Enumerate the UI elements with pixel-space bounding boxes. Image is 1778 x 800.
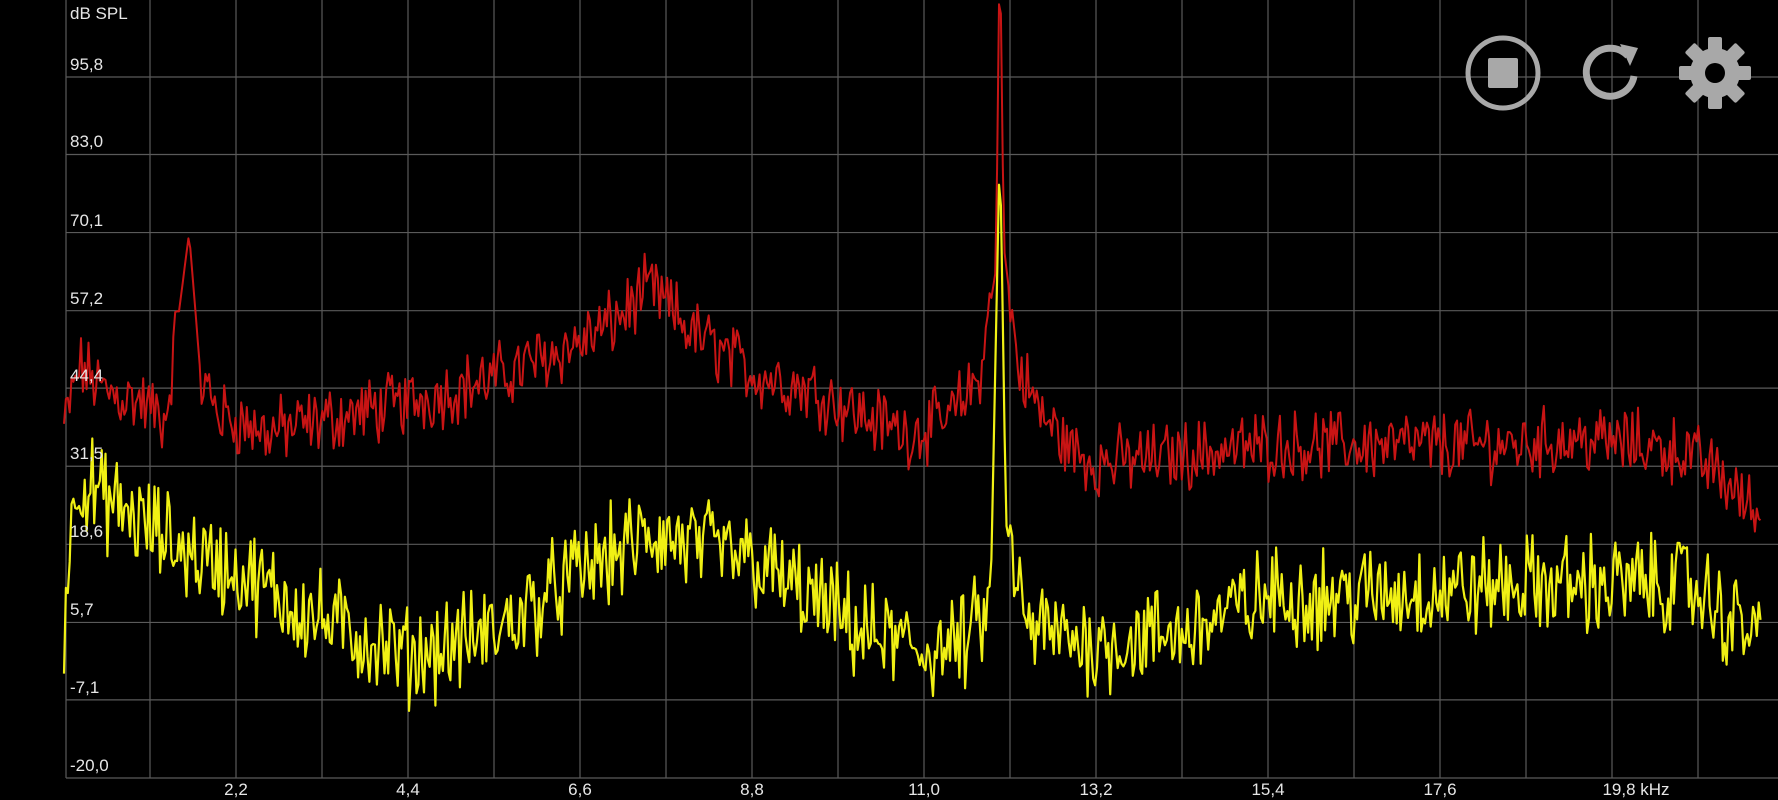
y-tick-label: 5,7 (70, 600, 94, 620)
x-tick-label: 8,8 (740, 780, 764, 799)
x-tick-label: 6,6 (568, 780, 592, 799)
refresh-icon (1582, 44, 1638, 100)
x-tick-label: 11,0 (908, 780, 940, 799)
y-tick-label: 57,2 (70, 288, 104, 308)
stop-circle-icon (1465, 35, 1541, 111)
x-tick-label: 17,6 (1423, 780, 1457, 799)
x-tick-label: 2,2 (224, 780, 248, 799)
reset-button[interactable] (1570, 32, 1652, 114)
y-tick-label: 31,5 (70, 444, 104, 464)
x-tick-label: 4,4 (396, 780, 420, 799)
settings-button[interactable] (1674, 32, 1756, 114)
y-axis-unit-label: dB SPL (70, 4, 128, 23)
y-tick-label: 95,8 (70, 55, 104, 74)
x-tick-label: 15,4 (1251, 780, 1285, 799)
chart-background (0, 0, 1778, 800)
x-tick-label: 19,8 kHz (1602, 780, 1670, 799)
spectrum-chart[interactable] (0, 0, 1778, 800)
y-tick-label: 70,1 (70, 210, 104, 230)
y-tick-label: -7,1 (70, 677, 100, 697)
y-tick-label: 44,4 (70, 366, 104, 386)
stop-button[interactable] (1462, 32, 1544, 114)
gear-icon (1679, 37, 1751, 109)
y-tick-label: 83,0 (70, 132, 104, 152)
y-tick-label: -20,0 (70, 756, 109, 775)
x-tick-label: 13,2 (1079, 780, 1113, 799)
y-tick-label: 18,6 (70, 522, 104, 542)
